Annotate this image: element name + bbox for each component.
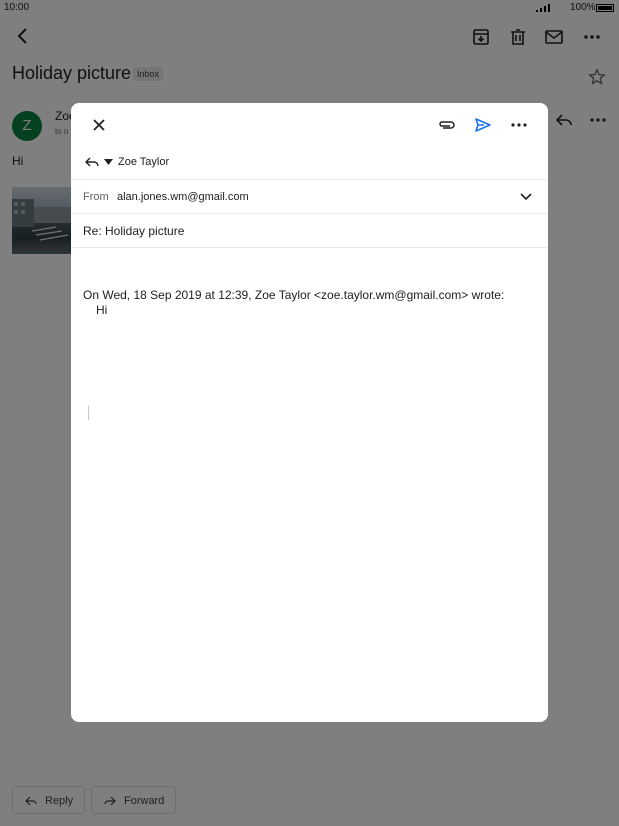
dropdown-arrow-icon[interactable] <box>104 159 113 165</box>
close-icon[interactable] <box>89 115 109 135</box>
subject-row[interactable]: Re: Holiday picture <box>71 214 548 248</box>
attach-icon[interactable] <box>437 115 457 135</box>
from-value[interactable]: alan.jones.wm@gmail.com <box>117 191 249 203</box>
from-label: From <box>83 191 109 203</box>
recipient-name[interactable]: Zoe Taylor <box>118 156 169 168</box>
recipient-row[interactable]: Zoe Taylor <box>71 147 548 180</box>
reply-type-icon[interactable] <box>84 156 100 170</box>
subject-field[interactable]: Re: Holiday picture <box>83 224 184 238</box>
quote-body[interactable]: Hi <box>96 303 107 317</box>
compose-more-icon[interactable] <box>509 115 529 135</box>
chevron-down-icon[interactable] <box>519 191 533 203</box>
compose-dialog: Zoe Taylor From alan.jones.wm@gmail.com … <box>71 103 548 722</box>
send-icon[interactable] <box>473 115 493 135</box>
quote-bar <box>88 406 89 420</box>
quote-header[interactable]: On Wed, 18 Sep 2019 at 12:39, Zoe Taylor… <box>83 288 504 302</box>
from-row[interactable]: From alan.jones.wm@gmail.com <box>71 180 548 214</box>
